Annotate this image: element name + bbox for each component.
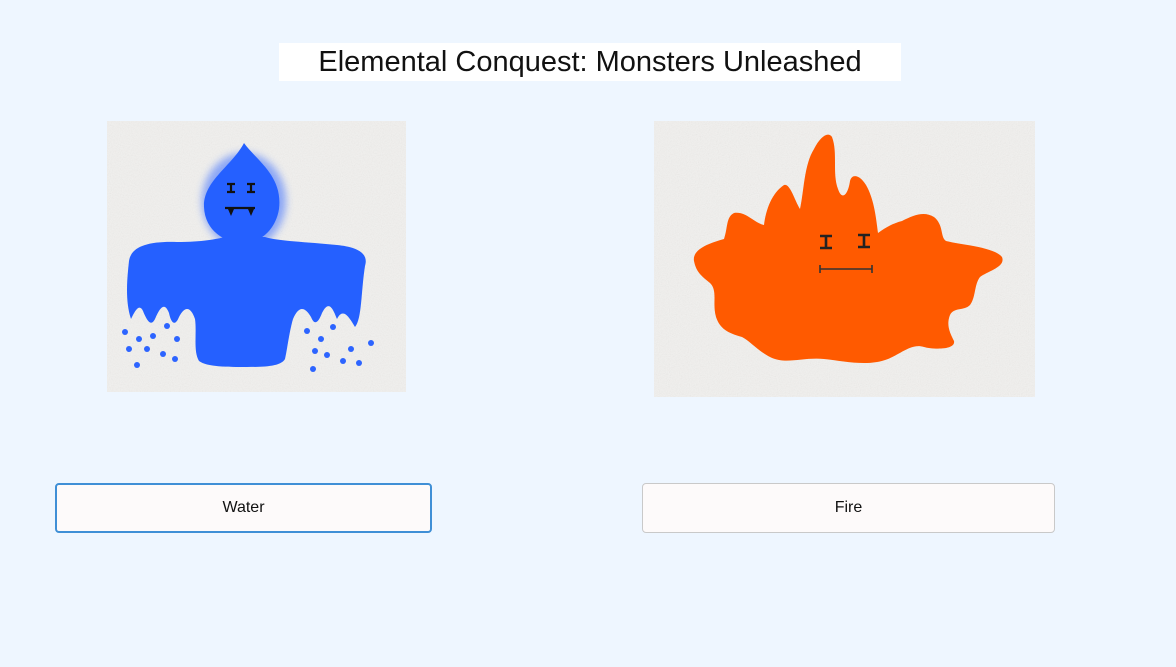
game-window: Elemental Conquest: Monsters Unleashed W… [0, 0, 1176, 667]
fire-button[interactable]: Fire [642, 483, 1055, 533]
water-monster-image [107, 121, 406, 392]
water-button[interactable]: Water [55, 483, 432, 533]
game-title: Elemental Conquest: Monsters Unleashed [279, 43, 901, 81]
fire-monster-image [654, 121, 1035, 397]
